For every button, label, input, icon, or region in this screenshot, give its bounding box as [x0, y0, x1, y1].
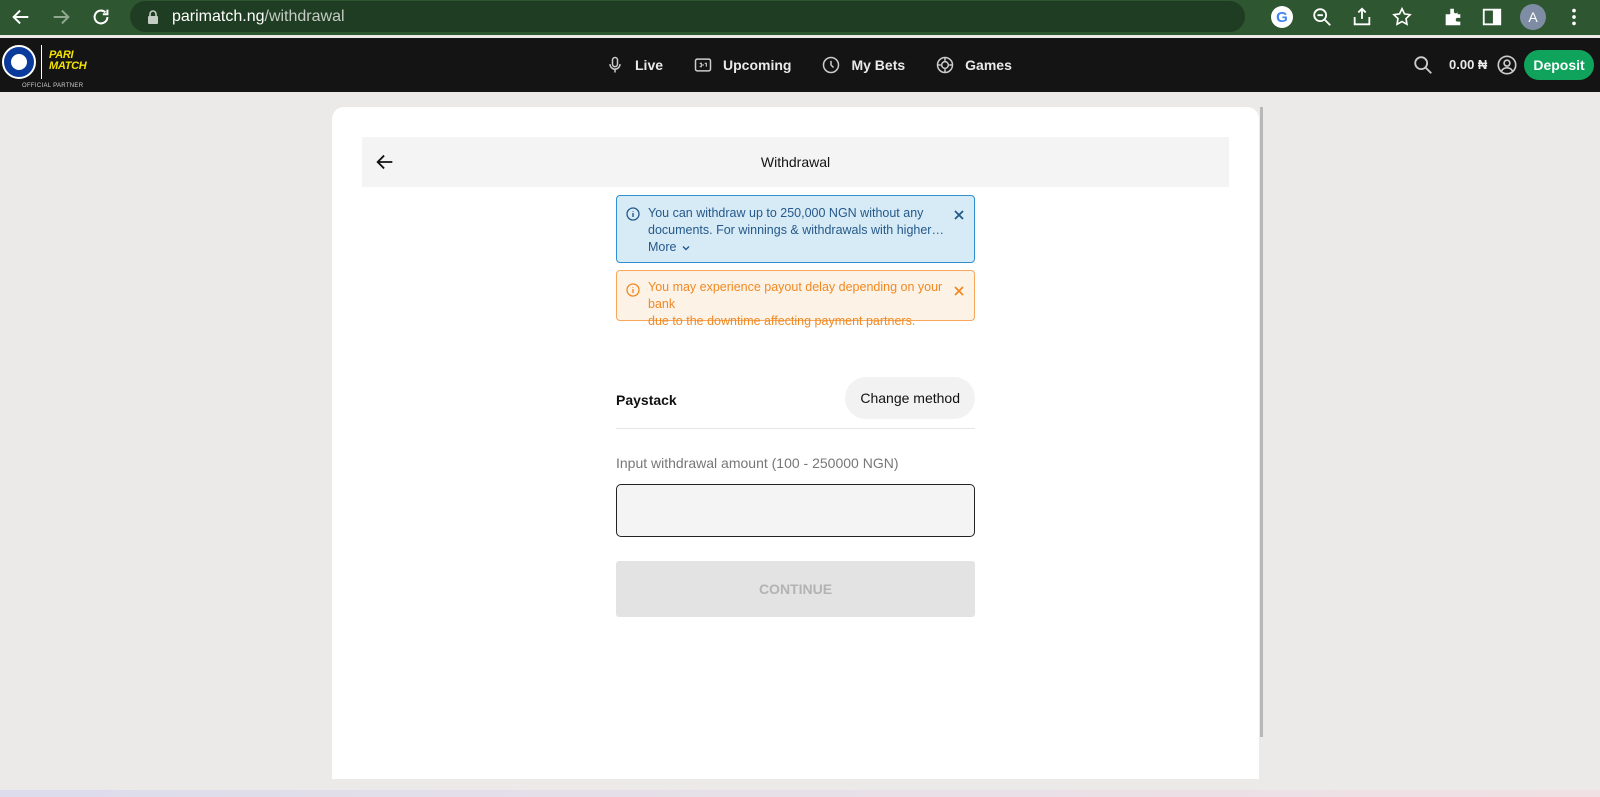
- account-icon[interactable]: [1496, 54, 1518, 76]
- back-icon[interactable]: [7, 3, 35, 31]
- zoom-icon[interactable]: [1308, 3, 1336, 31]
- parimatch-logo: PARI MATCH: [49, 49, 87, 72]
- nav-live[interactable]: Live: [605, 55, 663, 75]
- address-bar[interactable]: parimatch.ng/withdrawal: [130, 1, 1245, 32]
- amount-label: Input withdrawal amount (100 - 250000 NG…: [616, 455, 899, 471]
- chevron-down-icon: [682, 245, 690, 250]
- reload-icon[interactable]: [87, 3, 115, 31]
- info-alert: You can withdraw up to 250,000 NGN witho…: [616, 195, 975, 263]
- change-method-button[interactable]: Change method: [845, 377, 975, 419]
- browser-menu-icon[interactable]: [1560, 3, 1588, 31]
- nav-upcoming[interactable]: Upcoming: [693, 55, 791, 75]
- scoreboard-icon: [694, 58, 712, 72]
- google-icon[interactable]: G: [1268, 3, 1296, 31]
- warning-alert-line1: You may experience payout delay dependin…: [648, 280, 943, 311]
- chip-icon: [936, 56, 954, 74]
- back-arrow-icon[interactable]: [374, 151, 396, 173]
- more-link[interactable]: More: [648, 239, 691, 256]
- bottom-strip: [0, 790, 1600, 797]
- url-host: parimatch.ng: [172, 7, 265, 25]
- warning-alert-line2: due to the downtime affecting payment pa…: [648, 314, 916, 328]
- scrollbar[interactable]: [1260, 107, 1263, 737]
- chelsea-crest-icon: [2, 45, 36, 79]
- continue-button[interactable]: CONTINUE: [616, 561, 975, 617]
- page-title: Withdrawal: [760, 154, 831, 170]
- close-info-alert-icon[interactable]: [952, 208, 966, 222]
- microphone-icon: [609, 56, 621, 73]
- extensions-icon[interactable]: [1439, 3, 1467, 31]
- url-path: /withdrawal: [264, 7, 345, 25]
- balance-amount[interactable]: 0.00 ₦: [1449, 57, 1487, 72]
- amount-input[interactable]: [616, 484, 975, 537]
- main-nav: Live Upcoming My Bets Games: [605, 38, 1042, 92]
- forward-icon[interactable]: [47, 3, 75, 31]
- brand-logo[interactable]: PARI MATCH OFFICIAL PARTNER: [0, 41, 100, 89]
- warning-info-icon: [626, 283, 640, 297]
- search-icon[interactable]: [1412, 54, 1434, 76]
- nav-games[interactable]: Games: [935, 55, 1012, 75]
- nav-my-bets[interactable]: My Bets: [821, 55, 905, 75]
- lock-icon: [148, 9, 158, 24]
- bookmark-star-icon[interactable]: [1388, 3, 1416, 31]
- payment-method-name: Paystack: [616, 392, 677, 408]
- info-alert-line1: You can withdraw up to 250,000 NGN witho…: [648, 206, 924, 220]
- site-header: PARI MATCH OFFICIAL PARTNER Live Upcomin…: [0, 38, 1600, 92]
- payment-method-row: Paystack Change method: [616, 377, 975, 429]
- side-panel-icon[interactable]: [1478, 3, 1506, 31]
- close-warning-alert-icon[interactable]: [952, 284, 966, 298]
- partner-label: OFFICIAL PARTNER: [22, 83, 84, 89]
- info-icon: [626, 207, 640, 221]
- share-icon[interactable]: [1348, 3, 1376, 31]
- clock-icon: [823, 56, 840, 74]
- warning-alert: You may experience payout delay dependin…: [616, 270, 975, 328]
- profile-avatar[interactable]: A: [1519, 3, 1547, 31]
- info-alert-line2: documents. For winnings & withdrawals wi…: [648, 223, 944, 237]
- browser-toolbar: parimatch.ng/withdrawal G A: [0, 0, 1600, 35]
- deposit-button[interactable]: Deposit: [1524, 50, 1594, 80]
- card-header: Withdrawal: [362, 137, 1229, 187]
